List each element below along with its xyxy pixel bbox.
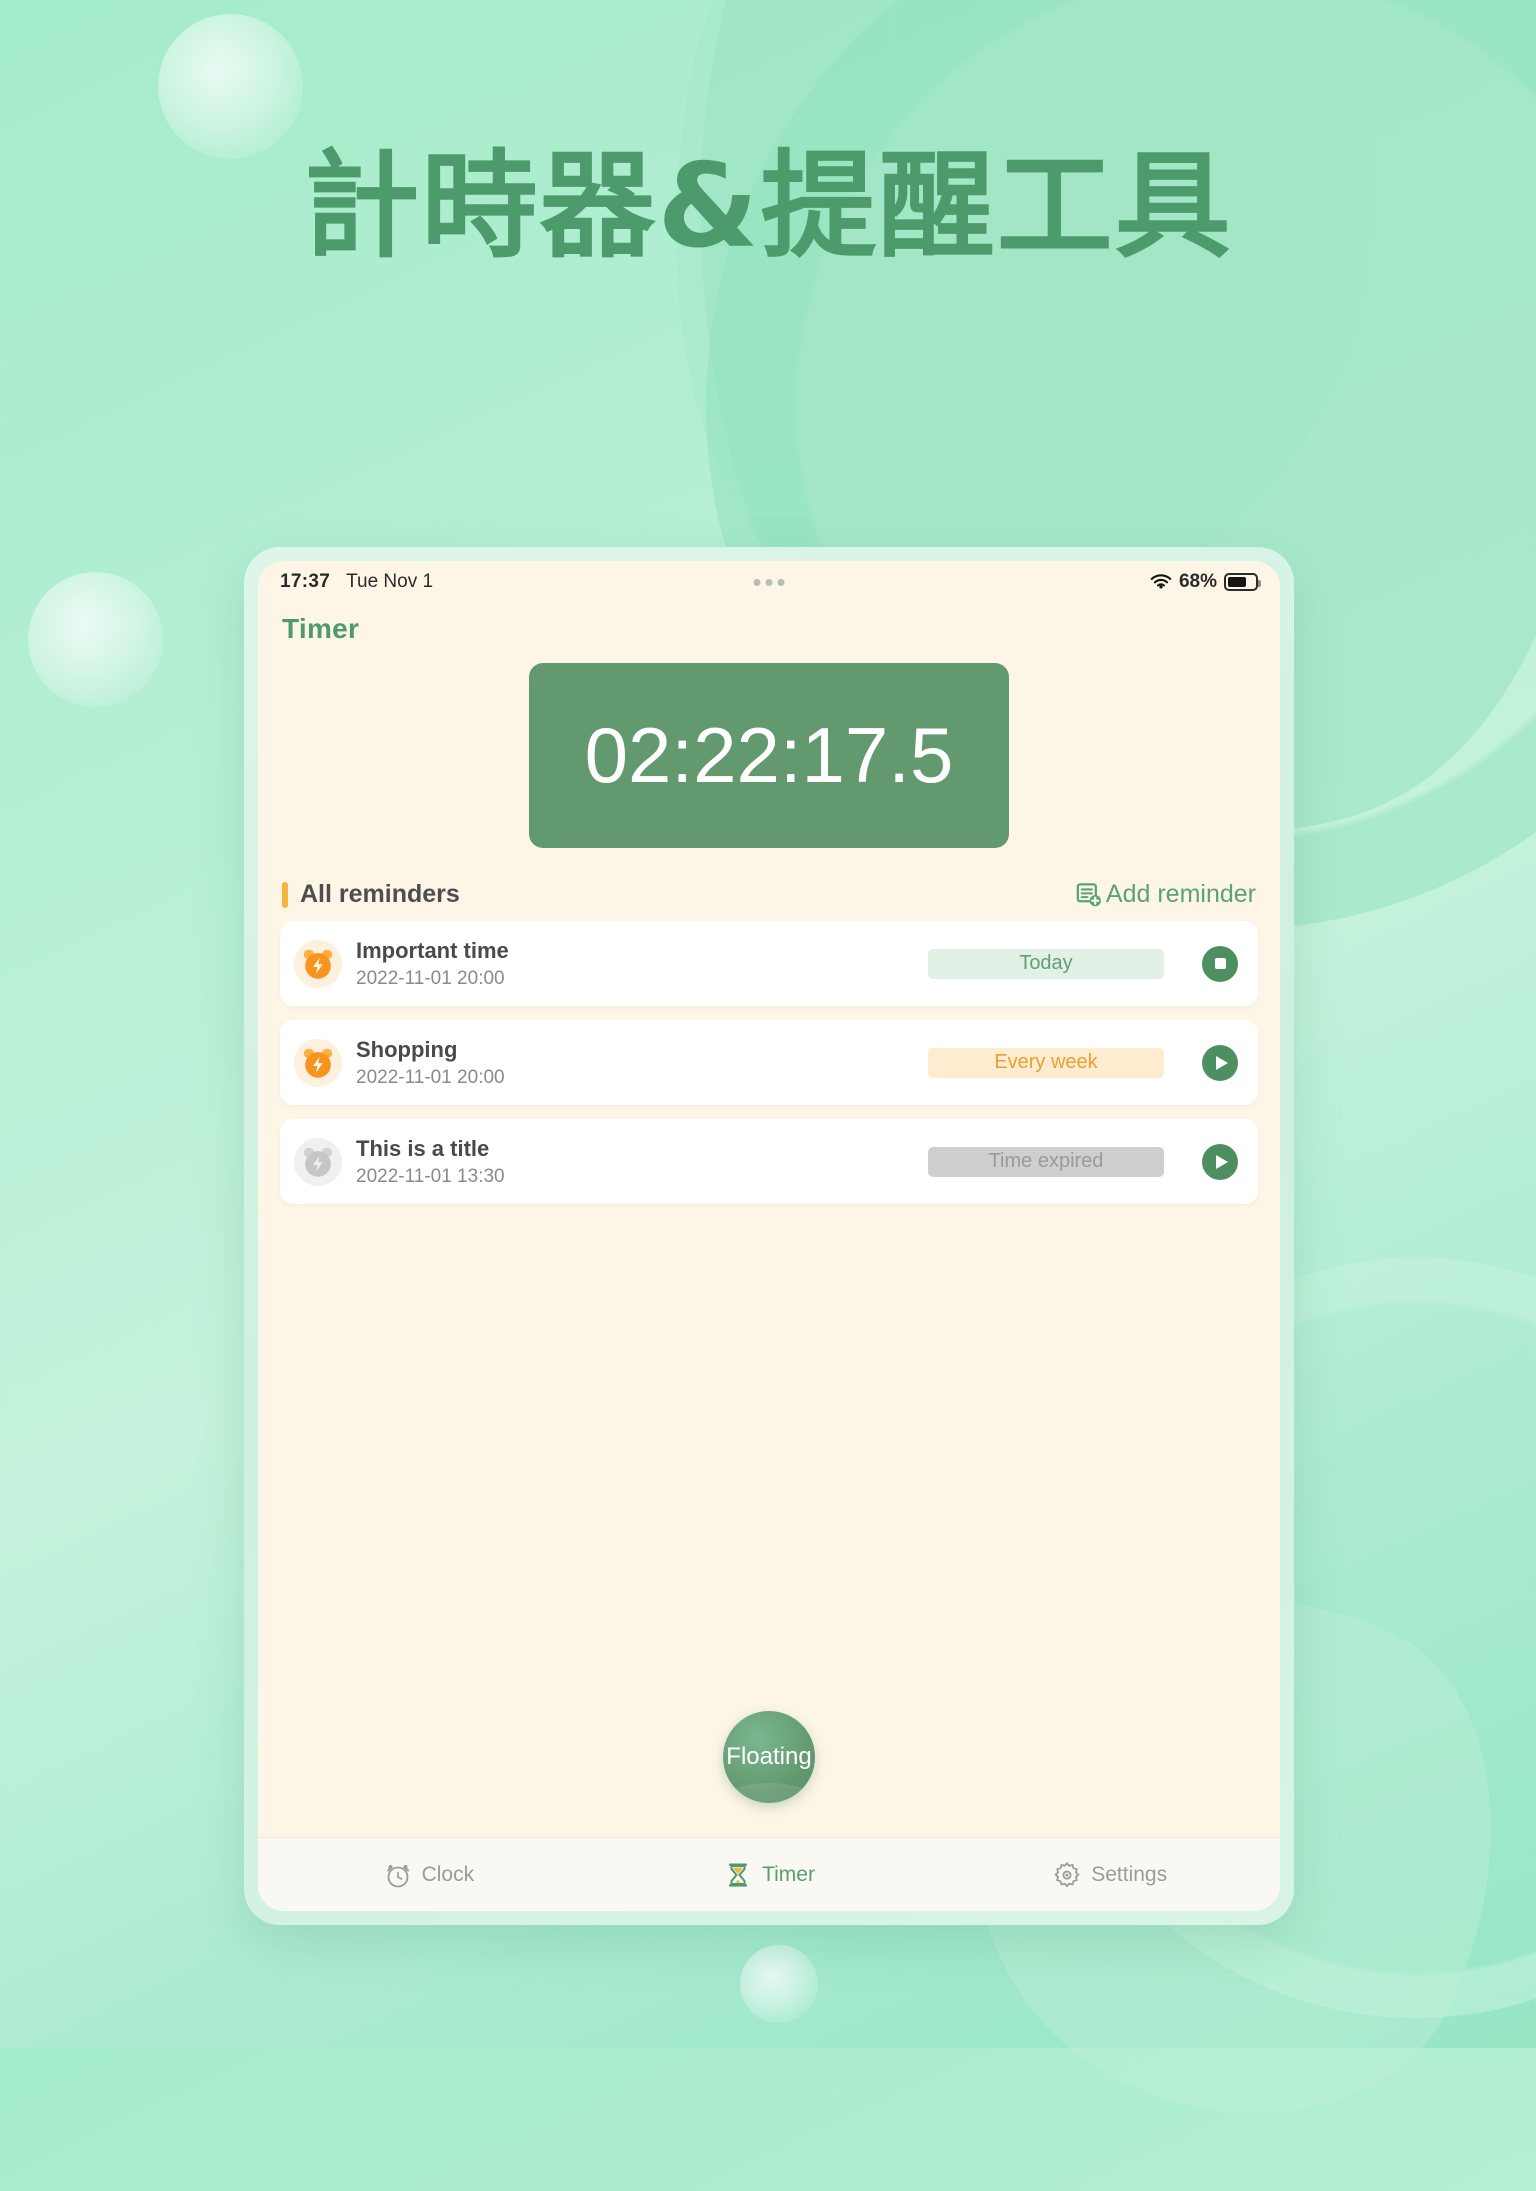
reminder-name: Important time [356, 937, 509, 963]
floating-button[interactable]: Floating [723, 1711, 815, 1803]
play-button[interactable] [1202, 1044, 1238, 1081]
reminder-icon-badge [294, 1137, 342, 1186]
reminder-text: Important time 2022-11-01 20:00 [356, 938, 509, 990]
status-badge: Every week [928, 1047, 1164, 1078]
status-badge: Today [928, 948, 1164, 979]
reminders-heading: All reminders [300, 880, 460, 908]
play-icon [1215, 1154, 1228, 1169]
status-date: Tue Nov 1 [346, 571, 434, 592]
battery-icon [1224, 573, 1261, 591]
content-empty-area: Floating [258, 1204, 1280, 1837]
background-glow-circle-bottom [740, 1945, 818, 2023]
floating-button-label: Floating [726, 1743, 812, 1770]
tab-clock[interactable]: Clock [258, 1860, 599, 1890]
wifi-icon [1150, 573, 1172, 589]
tab-timer-label: Timer [762, 1862, 815, 1886]
reminder-icon-badge [294, 939, 342, 988]
reminders-header: All reminders Add reminder [282, 880, 1256, 909]
play-button[interactable] [1202, 1143, 1238, 1180]
add-reminder-label: Add reminder [1105, 880, 1256, 908]
reminder-text: This is a title 2022-11-01 13:30 [356, 1136, 505, 1188]
tab-clock-label: Clock [421, 1862, 475, 1886]
table-row[interactable]: Shopping 2022-11-01 20:00 Every week [280, 1020, 1258, 1105]
battery-percent: 68% [1178, 571, 1217, 592]
status-badge: Time expired [928, 1146, 1164, 1177]
play-icon [1215, 1055, 1228, 1070]
reminder-text: Shopping 2022-11-01 20:00 [356, 1037, 505, 1089]
gear-icon [1054, 1861, 1080, 1887]
alarm-clock-icon [386, 1864, 409, 1887]
status-bar: 17:37 Tue Nov 1 68% [258, 561, 1280, 603]
timer-display-wrapper: 02:22:17.5 [258, 649, 1280, 856]
timer-display[interactable]: 02:22:17.5 [529, 663, 1009, 848]
add-reminder-button[interactable]: Add reminder [1075, 880, 1256, 909]
reminder-name: This is a title [356, 1135, 490, 1161]
alarm-clock-icon [303, 1147, 333, 1177]
timer-value: 02:22:17.5 [584, 711, 954, 799]
tablet-device-frame: 17:37 Tue Nov 1 68% Timer 02:22:17.5 All… [244, 547, 1294, 1925]
status-bar-left: 17:37 Tue Nov 1 [280, 571, 433, 593]
hourglass-icon [729, 1863, 748, 1887]
reminders-list: Important time 2022-11-01 20:00 Today Sh… [258, 921, 1280, 1204]
add-document-icon [1076, 883, 1101, 907]
status-bar-right: 68% [1150, 571, 1261, 593]
alarm-clock-icon [303, 1048, 333, 1078]
table-row[interactable]: This is a title 2022-11-01 13:30 Time ex… [280, 1119, 1258, 1204]
reminder-datetime: 2022-11-01 13:30 [356, 1165, 505, 1187]
reminder-name: Shopping [356, 1036, 458, 1062]
stop-button[interactable] [1202, 945, 1238, 982]
more-dots-icon [753, 578, 785, 586]
background-glow-circle-left [28, 572, 163, 707]
bottom-navigation: Clock Timer Settings [258, 1837, 1280, 1911]
reminder-icon-badge [294, 1038, 342, 1087]
tab-timer[interactable]: Timer [599, 1860, 940, 1890]
reminder-datetime: 2022-11-01 20:00 [356, 967, 505, 989]
tablet-screen: 17:37 Tue Nov 1 68% Timer 02:22:17.5 All… [258, 561, 1280, 1911]
floating-wave-decor [723, 1783, 815, 1803]
tab-settings-label: Settings [1091, 1862, 1168, 1886]
status-time: 17:37 [280, 571, 331, 592]
stop-icon [1214, 958, 1226, 969]
alarm-clock-icon [303, 949, 333, 979]
tab-settings[interactable]: Settings [939, 1860, 1280, 1890]
section-accent-bar [282, 881, 288, 908]
poster-headline: 計時器&提醒工具 [303, 139, 1233, 274]
app-title: Timer [282, 613, 360, 644]
table-row[interactable]: Important time 2022-11-01 20:00 Today [280, 921, 1258, 1006]
reminder-datetime: 2022-11-01 20:00 [356, 1066, 505, 1088]
